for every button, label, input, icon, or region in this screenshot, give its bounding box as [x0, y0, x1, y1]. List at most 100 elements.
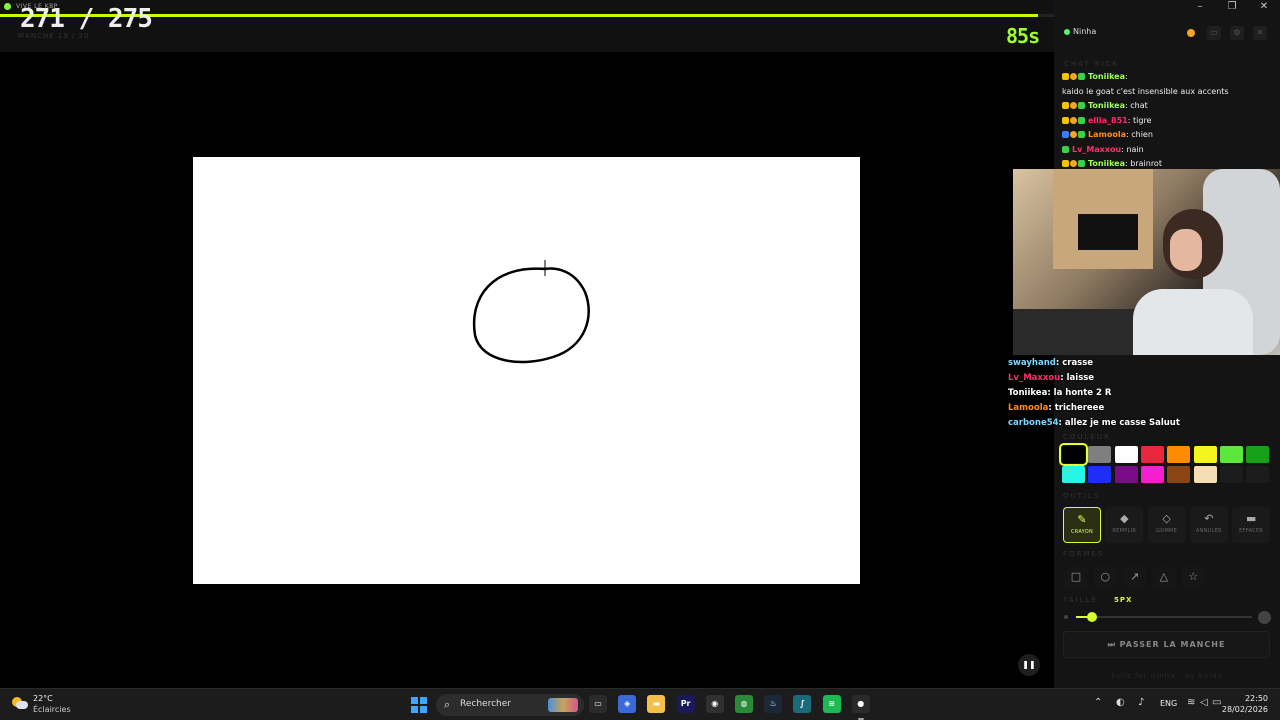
drawing-layer: [472, 260, 590, 364]
chat-text: kaido le goat c'est insensible aux accen…: [1062, 86, 1229, 96]
folder-icon[interactable]: ▬: [647, 695, 666, 713]
overlay-chat-username: Lamoola: [1008, 403, 1049, 413]
overlay-chat-message: swayhand: crasse: [1008, 356, 1280, 371]
chat-list: Toniikea: kaido le goat c'est insensible…: [1062, 70, 1277, 172]
skip-round-button[interactable]: ⏭ PASSER LA MANCHE: [1063, 631, 1270, 658]
spotify-icon[interactable]: ≋: [822, 695, 841, 713]
green-badge-icon: [1078, 160, 1085, 167]
footer-credit: built for ninha · by kaido: [1111, 672, 1223, 680]
color-swatch[interactable]: [1088, 466, 1112, 483]
crown-badge-icon: [1062, 73, 1069, 80]
weather-icon[interactable]: [12, 697, 28, 711]
chat-username[interactable]: Toniikea: [1088, 159, 1125, 168]
settings-icon[interactable]: ⚙: [1230, 26, 1244, 40]
window-icon[interactable]: ▭: [1207, 26, 1221, 40]
webcam-feed: [1013, 169, 1280, 355]
clock-date[interactable]: 28/02/2026: [1220, 705, 1268, 714]
tool-effacer-button[interactable]: ▬ EFFACER: [1232, 507, 1271, 543]
wifi-icon[interactable]: ≋: [1187, 697, 1195, 708]
microphone-icon[interactable]: ♪: [1138, 697, 1144, 708]
chat-title: CHAT KICK: [1064, 60, 1120, 68]
tray-chevron-icon[interactable]: ⌃: [1094, 697, 1102, 708]
color-swatch-empty[interactable]: [1219, 466, 1243, 483]
language-indicator[interactable]: ENG: [1160, 699, 1177, 708]
color-swatch-empty[interactable]: [1246, 466, 1270, 483]
weather-desc: Éclaircies: [33, 705, 71, 714]
overlay-chat-message: Lamoola: trichereee: [1008, 401, 1280, 416]
color-swatch[interactable]: [1062, 466, 1085, 483]
color-swatch[interactable]: [1088, 446, 1112, 463]
pause-button[interactable]: ❚❚: [1018, 654, 1040, 676]
size-slider[interactable]: [1076, 612, 1252, 622]
tray-app-icon[interactable]: ◐: [1116, 697, 1125, 708]
taskbar: 22°C Éclaircies ⌕ Rechercher ▭ ◈ ▬ Pr ◉ ◍ ♨ ∫ ≋ ●…: [0, 688, 1280, 720]
app-icon[interactable]: ∫: [793, 695, 812, 713]
start-button[interactable]: [411, 697, 427, 713]
ellipse-icon[interactable]: ○: [1094, 566, 1117, 588]
triangle-icon[interactable]: △: [1152, 566, 1175, 588]
chat-username[interactable]: Lv_Maxxou: [1072, 145, 1121, 154]
file-explorer-icon[interactable]: ▭: [589, 695, 607, 713]
chat-message: kaido le goat c'est insensible aux accen…: [1062, 85, 1277, 100]
tool-gomme-button[interactable]: ◇ GOMME: [1147, 507, 1186, 543]
close-icon[interactable]: ✕: [1252, 0, 1276, 14]
premiere-icon[interactable]: Pr: [676, 695, 695, 713]
chat-username[interactable]: Lamoola: [1088, 130, 1126, 139]
drawing-canvas[interactable]: [193, 157, 860, 584]
user-badges: [1062, 128, 1086, 143]
overlay-chat: swayhand: crasse Lv_Maxxou: laisse Toniike…: [1008, 356, 1280, 431]
search-highlight-icon: [548, 698, 578, 712]
kick-icon[interactable]: ●: [851, 695, 870, 713]
overlay-chat-message: Toniikea: la honte 2 R: [1008, 386, 1280, 401]
color-swatch[interactable]: [1059, 443, 1088, 466]
coin-badge-icon: [1070, 102, 1077, 109]
color-swatch[interactable]: [1167, 446, 1191, 463]
blue-badge-icon: [1062, 131, 1069, 138]
color-swatch[interactable]: [1114, 466, 1138, 483]
chat-username[interactable]: Toniikea: [1088, 101, 1125, 110]
star-icon[interactable]: ☆: [1182, 566, 1205, 588]
rectangle-icon[interactable]: □: [1065, 566, 1087, 588]
steam-icon[interactable]: ♨: [764, 695, 783, 713]
crown-badge-icon: [1062, 102, 1069, 109]
minimize-icon[interactable]: –: [1188, 0, 1212, 14]
arrow-icon[interactable]: ↗: [1123, 566, 1146, 588]
chrome-icon[interactable]: ◍: [735, 695, 753, 713]
color-swatch[interactable]: [1140, 446, 1164, 463]
color-swatch[interactable]: [1193, 446, 1217, 463]
chat-text: nain: [1126, 144, 1144, 154]
volume-icon[interactable]: ◁: [1200, 697, 1208, 708]
coin-icon[interactable]: [1184, 26, 1198, 40]
user-badges: [1062, 114, 1086, 129]
round-progress-fill: [0, 14, 1039, 17]
restore-icon[interactable]: ❐: [1220, 0, 1244, 14]
size-slider-thumb[interactable]: [1086, 612, 1097, 622]
tool-crayon-button[interactable]: ✎ CRAYON: [1063, 507, 1101, 543]
size-max-dot: [1258, 611, 1271, 624]
overlay-chat-text: la honte 2 R: [1053, 388, 1112, 398]
color-swatch[interactable]: [1193, 466, 1217, 483]
user-badges: [1062, 143, 1070, 158]
user-badges: [1062, 70, 1086, 85]
crown-badge-icon: [1062, 116, 1069, 124]
obs-icon[interactable]: ◉: [705, 695, 724, 713]
color-swatch[interactable]: [1140, 466, 1164, 483]
clock-time[interactable]: 22:50: [1230, 694, 1268, 703]
chat-username[interactable]: Toniikea: [1088, 72, 1125, 81]
tool-remplir-button[interactable]: ◆ REMPLIR: [1105, 507, 1144, 543]
color-swatch[interactable]: [1246, 446, 1270, 463]
tool-label: REMPLIR: [1112, 528, 1137, 534]
chat-username[interactable]: ellia_851: [1088, 116, 1128, 125]
color-swatch[interactable]: [1219, 446, 1243, 463]
overlay-chat-username: Lv_Maxxou: [1008, 373, 1061, 383]
overlay-chat-username: swayhand: [1008, 358, 1056, 368]
tool-annuler-button[interactable]: ↶ ANNULER: [1189, 507, 1228, 543]
color-swatch[interactable]: [1167, 466, 1191, 483]
chat-text: chien: [1131, 130, 1153, 139]
round-sub-label: MANCHE 19 / 20: [18, 32, 90, 40]
taskbar-search[interactable]: ⌕ Rechercher: [436, 694, 584, 716]
store-icon[interactable]: ◈: [618, 695, 637, 713]
weather-temp: 22°C: [33, 694, 53, 703]
close-panel-icon[interactable]: ✕: [1253, 26, 1267, 40]
color-swatch[interactable]: [1114, 446, 1138, 463]
